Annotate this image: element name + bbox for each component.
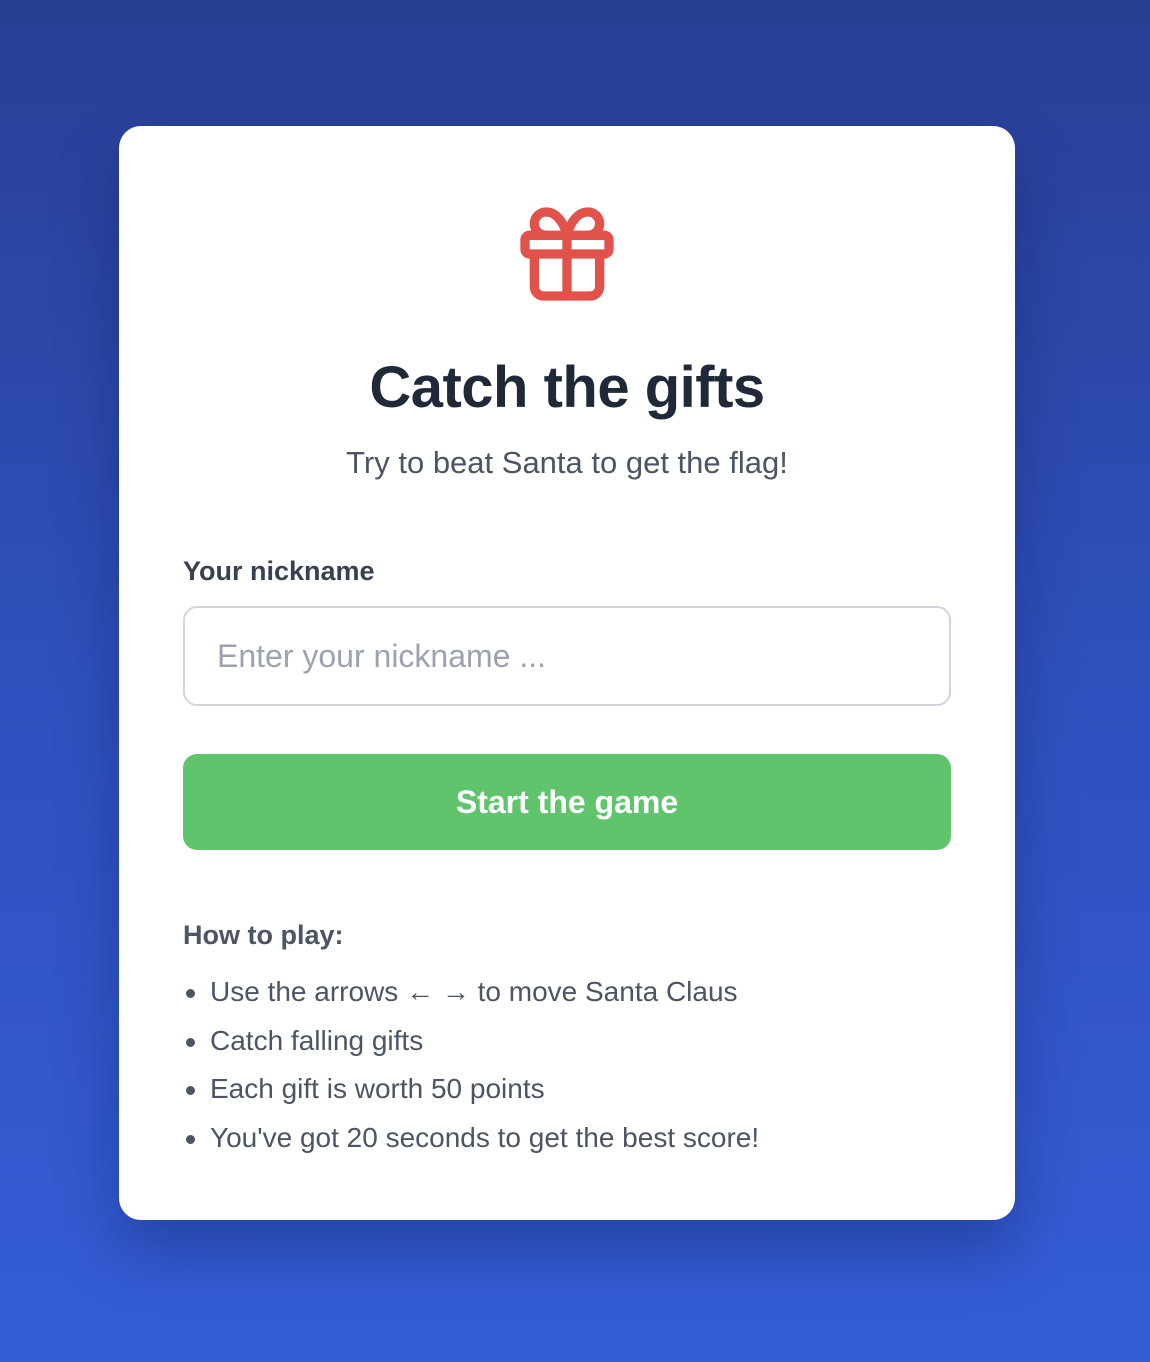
gift-icon bbox=[511, 198, 623, 310]
page-title: Catch the gifts bbox=[369, 355, 765, 420]
nickname-input[interactable] bbox=[183, 606, 951, 706]
rules-list: Use the arrows ← → to move Santa Claus C… bbox=[183, 972, 759, 1166]
start-game-button[interactable]: Start the game bbox=[183, 754, 951, 850]
rule-item: You've got 20 seconds to get the best sc… bbox=[183, 1118, 759, 1167]
start-card: Catch the gifts Try to beat Santa to get… bbox=[119, 126, 1015, 1220]
rule-item: Catch falling gifts bbox=[183, 1021, 759, 1070]
rule-item: Use the arrows ← → to move Santa Claus bbox=[183, 972, 759, 1021]
rule-item: Each gift is worth 50 points bbox=[183, 1069, 759, 1118]
how-to-play-heading: How to play: bbox=[183, 920, 344, 950]
nickname-label: Your nickname bbox=[183, 556, 375, 586]
page-subtitle: Try to beat Santa to get the flag! bbox=[346, 445, 788, 480]
